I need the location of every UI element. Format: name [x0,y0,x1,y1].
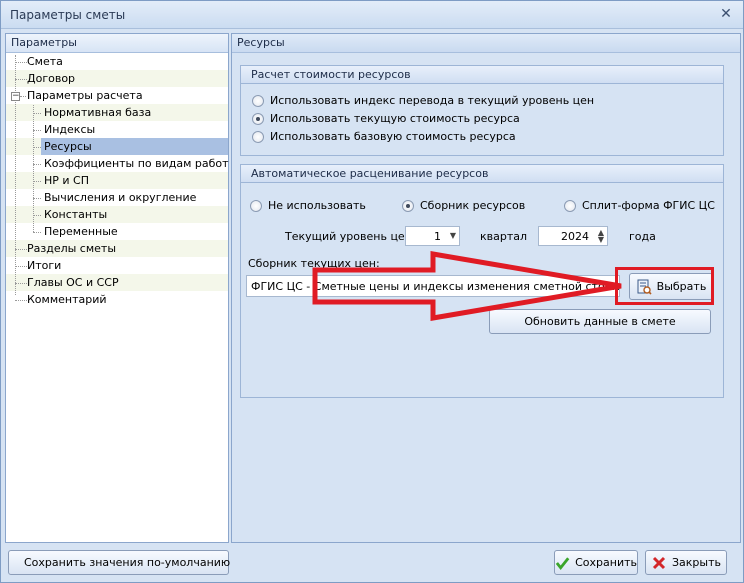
window-title: Параметры сметы [10,8,126,22]
close-button[interactable]: Закрыть [645,550,727,575]
radio-use-base-cost[interactable]: Использовать базовую стоимость ресурса [252,130,516,143]
dialog-window: Параметры сметы ✕ Параметры − Смета Дого… [0,0,744,583]
radio-split-form[interactable]: Сплит-форма ФГИС ЦС [564,199,715,212]
tree-item-resources[interactable]: Ресурсы [41,138,228,155]
tree-item-constants[interactable]: Константы [41,206,113,223]
price-level-label: Текущий уровень цен [285,230,412,243]
collapse-icon[interactable]: − [11,92,20,101]
tree-item-normative-base[interactable]: Нормативная база [41,104,157,121]
radio-not-use[interactable]: Не использовать [250,199,366,212]
save-button[interactable]: Сохранить [554,550,638,575]
tree-item-totals[interactable]: Итоги [24,257,67,274]
radio-label: Использовать базовую стоимость ресурса [270,130,516,143]
checkmark-icon [555,556,570,570]
chevron-down-icon[interactable]: ▼ [450,232,456,240]
resources-header: Ресурсы [232,34,740,53]
tree-item-rounding[interactable]: Вычисления и округление [41,189,202,206]
title-bar[interactable]: Параметры сметы ✕ [1,1,743,29]
radio-dot [250,199,262,212]
tree-item-calc-params[interactable]: Параметры расчета [24,87,149,104]
parameters-tree-panel: Параметры − Смета Договор Параметры расч… [5,33,229,543]
cost-group-title: Расчет стоимости ресурсов [241,66,723,84]
parameters-header: Параметры [6,34,228,53]
highlight-box [615,267,714,305]
radio-label: Сборник ресурсов [420,199,526,212]
close-icon[interactable]: ✕ [718,6,734,22]
tree-item-comment[interactable]: Комментарий [24,291,113,308]
radio-label: Использовать индекс перевода в текущий у… [270,94,595,107]
tree-item-smeta[interactable]: Смета [24,53,69,70]
quarter-label: квартал [480,230,528,243]
radio-dot [402,199,414,212]
radio-dot [252,130,264,143]
radio-use-current-cost[interactable]: Использовать текущую стоимость ресурса [252,112,520,125]
tree-item-chapters[interactable]: Главы ОС и ССР [24,274,125,291]
stepper-icon[interactable]: ▲ ▼ [598,229,604,244]
radio-dot [252,94,264,107]
quarter-value: 1 [434,230,441,243]
save-default-button[interactable]: Сохранить значения по-умолчанию [8,550,231,575]
tree-item-coefficients[interactable]: Коэффициенты по видам работ [41,155,235,172]
cross-icon [652,556,666,569]
tree-item-nr-sp[interactable]: НР и СП [41,172,95,189]
year-label: года [629,230,656,243]
pointer-arrow [312,251,622,321]
radio-label: Сплит-форма ФГИС ЦС [582,199,715,212]
tree-item-variables[interactable]: Переменные [41,223,124,240]
radio-resource-collection[interactable]: Сборник ресурсов [402,199,525,212]
close-label: Закрыть [672,556,721,569]
year-stepper[interactable]: 2024 ▲ ▼ [538,226,608,246]
radio-dot [252,112,264,125]
cost-calculation-group: Расчет стоимости ресурсов Использовать и… [240,65,724,156]
save-default-label: Сохранить значения по-умолчанию [24,556,231,569]
radio-dot [564,199,576,212]
quarter-select[interactable]: 1 ▼ [405,226,460,246]
save-label: Сохранить [575,556,637,569]
radio-use-index[interactable]: Использовать индекс перевода в текущий у… [252,94,594,107]
radio-label: Не использовать [268,199,366,212]
tree-item-sections[interactable]: Разделы сметы [24,240,122,257]
radio-label: Использовать текущую стоимость ресурса [270,112,520,125]
year-value: 2024 [561,230,589,243]
auto-group-title: Автоматическое расценивание ресурсов [241,165,723,183]
tree-item-dogovor[interactable]: Договор [24,70,81,87]
tree-item-indexes[interactable]: Индексы [41,121,101,138]
